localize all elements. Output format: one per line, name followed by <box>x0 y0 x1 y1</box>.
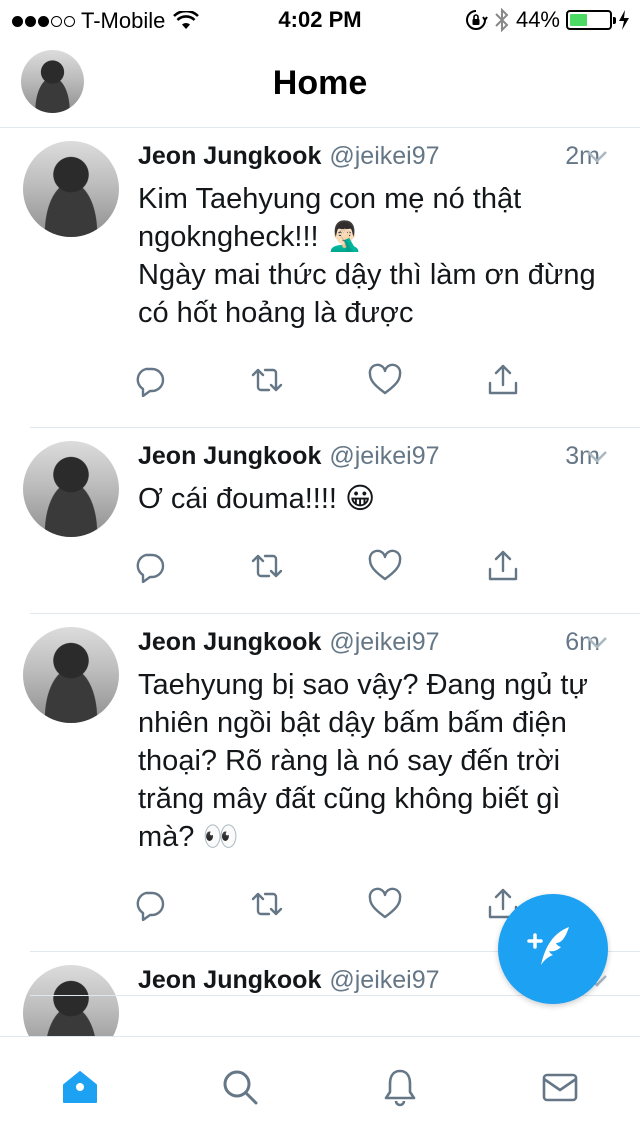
reply-icon <box>136 553 165 583</box>
retweet-button[interactable] <box>250 884 368 924</box>
tweet-author-handle: @jeikei97 <box>329 442 440 470</box>
retweet-button[interactable] <box>250 546 368 586</box>
chevron-down-icon[interactable] <box>586 150 608 164</box>
tweet-author-name[interactable]: Jeon Jungkook <box>138 440 321 472</box>
tab-notifications[interactable] <box>320 1037 480 1136</box>
home-icon <box>63 1070 97 1103</box>
battery-percentage: 44% <box>515 7 560 32</box>
retweet-icon <box>251 368 283 392</box>
reply-icon <box>136 891 165 921</box>
tab-search[interactable] <box>160 1037 320 1136</box>
like-icon <box>368 549 402 581</box>
twitter-home-screen: T-Mobile 4:02 PM 44% Home Jeon Jungkook … <box>0 0 640 1136</box>
avatar[interactable] <box>23 627 119 723</box>
notifications-icon <box>384 1069 416 1106</box>
reply-button[interactable] <box>132 546 250 586</box>
retweet-icon <box>251 554 283 578</box>
battery-fill <box>570 14 587 26</box>
share-icon <box>488 364 518 395</box>
share-button[interactable] <box>486 360 604 400</box>
battery-icon <box>566 10 616 30</box>
retweet-button[interactable] <box>250 360 368 400</box>
tweet-author-handle: @jeikei97 <box>329 142 440 170</box>
tab-home[interactable] <box>0 1037 160 1136</box>
tweet-actions <box>132 518 610 614</box>
page-title: Home <box>272 64 368 102</box>
reply-button[interactable] <box>132 360 250 400</box>
bluetooth-icon <box>495 7 509 33</box>
tweet-author-name[interactable]: Jeon Jungkook <box>138 964 321 996</box>
status-bar: T-Mobile 4:02 PM 44% <box>0 0 640 40</box>
orientation-lock-icon <box>465 10 488 30</box>
reply-icon <box>136 367 165 397</box>
tab-messages[interactable] <box>480 1037 640 1136</box>
tweet[interactable]: Jeon Jungkook @jeikei97 2m Kim Taehyung … <box>0 128 640 428</box>
search-icon <box>223 1070 258 1104</box>
reply-button[interactable] <box>132 884 250 924</box>
tweet-text: Ơ cái đouma!!!! 😀 <box>138 483 376 515</box>
chevron-down-icon[interactable] <box>586 450 608 464</box>
avatar[interactable] <box>23 965 119 1036</box>
like-button[interactable] <box>368 360 486 400</box>
avatar[interactable] <box>23 441 119 537</box>
messages-icon <box>542 1073 578 1101</box>
tweet-author-name[interactable]: Jeon Jungkook <box>138 626 321 658</box>
compose-tweet-button[interactable] <box>498 894 608 1004</box>
tweet-author-handle: @jeikei97 <box>329 966 440 994</box>
share-icon <box>488 550 518 581</box>
tweet-text: Taehyung bị sao vậy? Đang ngủ tự nhiên n… <box>138 669 588 853</box>
like-button[interactable] <box>368 884 486 924</box>
like-button[interactable] <box>368 546 486 586</box>
tweet[interactable]: Jeon Jungkook @jeikei97 3m Ơ cái đouma!!… <box>0 428 640 614</box>
share-button[interactable] <box>486 546 604 586</box>
charging-bolt-icon <box>619 10 629 30</box>
like-icon <box>368 887 402 919</box>
like-icon <box>368 363 402 395</box>
home-header: Home <box>0 40 640 128</box>
tweet-actions <box>132 332 610 428</box>
tweet-author-name[interactable]: Jeon Jungkook <box>138 140 321 172</box>
tweet-text: Kim Taehyung con mẹ nó thật ngokngheck!!… <box>138 183 596 329</box>
retweet-icon <box>251 892 283 916</box>
compose-tweet-icon <box>527 927 569 965</box>
tweet-author-handle: @jeikei97 <box>329 628 440 656</box>
bottom-tab-bar <box>0 1036 640 1136</box>
chevron-down-icon[interactable] <box>586 636 608 650</box>
avatar[interactable] <box>23 141 119 237</box>
